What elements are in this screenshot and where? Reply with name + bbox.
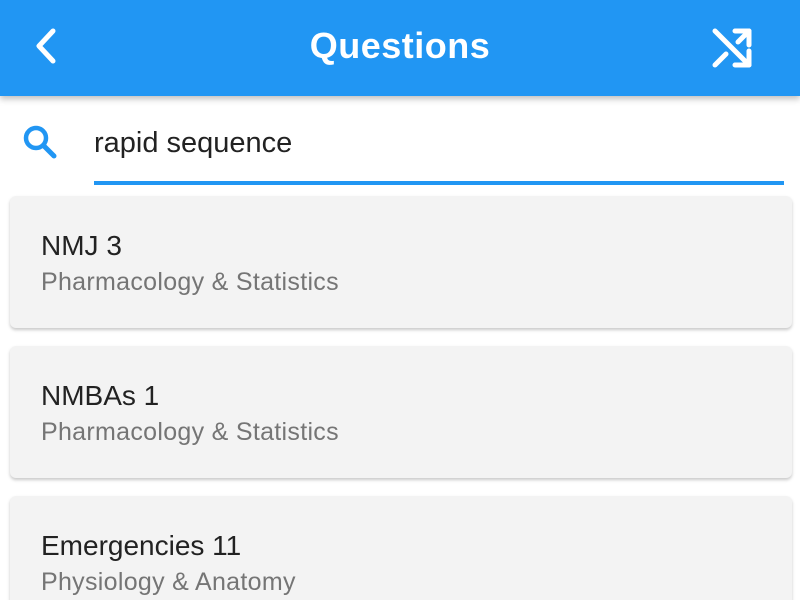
list-item[interactable]: Emergencies 11 Physiology & Anatomy: [10, 496, 792, 600]
item-title: Emergencies 11: [41, 530, 242, 561]
shuffle-icon: [712, 28, 752, 68]
item-subtitle: Pharmacology & Statistics: [41, 418, 339, 446]
search-bar: [0, 96, 800, 194]
item-title: NMJ 3: [41, 230, 122, 261]
list-item[interactable]: NMBAs 1 Pharmacology & Statistics: [10, 346, 792, 478]
item-subtitle: Pharmacology & Statistics: [41, 268, 339, 296]
item-title: NMBAs 1: [41, 380, 160, 411]
page-title: Questions: [309, 25, 491, 66]
search-icon[interactable]: [20, 122, 60, 162]
questions-screen: Questions NMJ 3 Pharmacology & Statistic…: [0, 0, 800, 600]
shuffle-button[interactable]: [706, 22, 758, 74]
list-item[interactable]: NMJ 3 Pharmacology & Statistics: [10, 196, 792, 328]
search-input[interactable]: [94, 118, 784, 168]
app-bar: Questions: [0, 0, 800, 96]
search-underline: [94, 181, 784, 185]
item-subtitle: Physiology & Anatomy: [41, 568, 296, 596]
